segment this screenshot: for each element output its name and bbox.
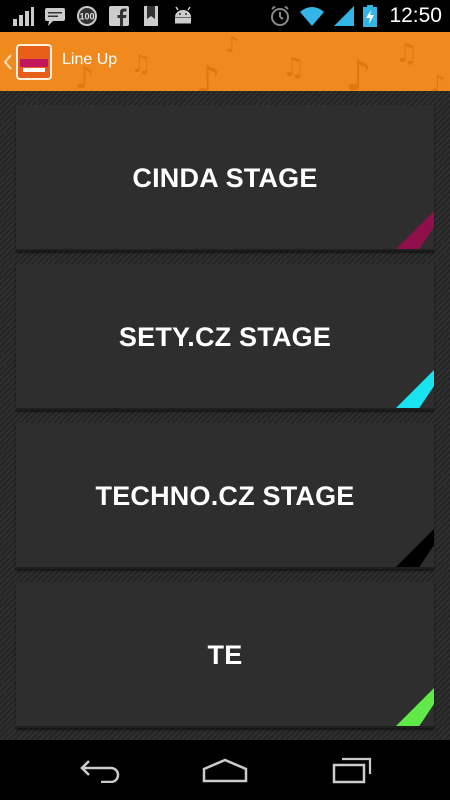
signal-bars-icon [13,7,34,26]
system-icons: 12:50 [269,4,442,28]
back-icon [80,760,120,783]
svg-text:♫: ♫ [130,50,152,78]
stage-label: TECHNO.CZ STAGE [95,480,355,511]
chat-icon [45,8,65,26]
app-logo [16,44,52,80]
up-navigation-button[interactable] [2,42,52,82]
svg-text:♫: ♫ [395,39,418,69]
status-bar: 100 12:50 [0,0,450,32]
stage-label: TE [207,639,243,670]
badge-100-icon: 100 [77,6,97,26]
clock-time: 12:50 [389,4,442,27]
chevron-left-icon [3,54,12,70]
android-icon [175,6,191,24]
cell-signal-icon [334,6,355,26]
notification-icons: 100 [12,5,194,27]
recent-apps-button[interactable] [322,752,382,788]
bookmark-icon [144,6,158,26]
stage-tile-techno[interactable]: TECHNO.CZ STAGE [16,423,434,569]
svg-text:♪: ♪ [430,70,445,91]
badge-text: 100 [79,12,94,22]
corner-accent [394,529,434,569]
home-button[interactable] [195,752,255,788]
corner-accent [394,370,434,410]
home-icon [202,758,248,783]
svg-text:♪: ♪ [345,51,372,91]
stage-label: CINDA STAGE [132,162,318,193]
stage-list[interactable]: CINDA STAGE SETY.CZ STAGE TECHNO.CZ STAG… [0,91,450,740]
corner-accent [394,211,434,251]
facebook-icon [109,6,129,26]
page-title: Line Up [62,51,118,68]
stage-tile-sety[interactable]: SETY.CZ STAGE [16,264,434,410]
alarm-clock-icon [271,5,290,26]
stage-label: SETY.CZ STAGE [118,321,332,352]
svg-text:♪: ♪ [195,58,221,91]
wifi-icon [300,7,325,26]
stage-tile-te[interactable]: TE [16,582,434,728]
corner-accent [394,688,434,728]
battery-charging-icon [363,5,378,27]
svg-text:♫: ♫ [282,53,305,83]
back-button[interactable] [70,752,130,788]
svg-text:♪: ♪ [225,33,239,58]
recent-apps-icon [332,757,372,784]
navigation-bar [0,740,450,800]
action-bar: ♪ ♫ ♪ ♪ ♫ ♪ ♫ ♪ Line Up [0,32,450,91]
stage-tile-cinda[interactable]: CINDA STAGE [16,105,434,251]
